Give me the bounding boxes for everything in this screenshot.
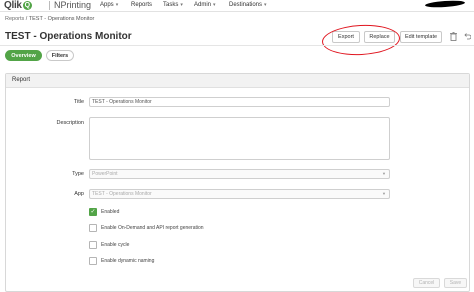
replace-button[interactable]: Replace bbox=[364, 31, 395, 43]
checkbox-unchecked-icon[interactable] bbox=[89, 257, 97, 265]
chevron-down-icon: ▼ bbox=[382, 191, 386, 196]
tab-filters[interactable]: Filters bbox=[46, 50, 74, 61]
type-select-value: PowerPoint bbox=[92, 171, 118, 177]
export-button[interactable]: Export bbox=[332, 31, 360, 43]
cancel-button[interactable]: Cancel bbox=[413, 278, 440, 288]
save-button[interactable]: Save bbox=[444, 278, 467, 288]
app-select[interactable]: TEST - Operations Monitor ▼ bbox=[89, 189, 390, 199]
app-select-value: TEST - Operations Monitor bbox=[92, 191, 152, 197]
nav-admin-label: Admin bbox=[194, 2, 212, 8]
option-dynamic-naming-label: Enable dynamic naming bbox=[101, 258, 155, 264]
breadcrumb-current: TEST - Operations Monitor bbox=[28, 16, 95, 22]
panel-header: Report bbox=[6, 74, 469, 88]
edit-template-button[interactable]: Edit template bbox=[400, 31, 442, 43]
tab-overview[interactable]: Overview bbox=[5, 50, 42, 61]
checkbox-unchecked-icon[interactable] bbox=[89, 241, 97, 249]
option-enabled-label: Enabled bbox=[101, 209, 120, 215]
description-textarea[interactable] bbox=[89, 117, 390, 160]
top-navbar: Qlik Q NPrinting Apps ▾ Reports Tasks ▾ Adm… bbox=[0, 0, 474, 12]
chevron-down-icon: ▼ bbox=[382, 171, 386, 176]
product-name: NPrinting bbox=[54, 0, 92, 10]
panel-title: Report bbox=[12, 77, 31, 83]
trash-icon[interactable] bbox=[450, 32, 457, 44]
nav-tasks[interactable]: Tasks ▾ bbox=[163, 0, 183, 10]
nav-apps[interactable]: Apps ▾ bbox=[100, 0, 118, 10]
undo-icon[interactable] bbox=[463, 32, 472, 43]
page-title: TEST - Operations Monitor bbox=[5, 31, 132, 42]
breadcrumb-reports-link[interactable]: Reports bbox=[5, 16, 24, 22]
app-label: App bbox=[74, 191, 84, 197]
checkbox-unchecked-icon[interactable] bbox=[89, 224, 97, 232]
type-label: Type bbox=[72, 171, 84, 177]
nav-reports-label: Reports bbox=[131, 2, 153, 8]
brand-q-icon: Q bbox=[22, 1, 32, 10]
nav-destinations-label: Destinations bbox=[229, 2, 263, 8]
breadcrumb: Reports / TEST - Operations Monitor bbox=[5, 16, 94, 22]
nav-admin[interactable]: Admin ▾ bbox=[194, 0, 216, 10]
user-menu-redacted[interactable] bbox=[424, 0, 466, 9]
option-cycle-label: Enable cycle bbox=[101, 242, 130, 248]
nav-tasks-label: Tasks bbox=[163, 2, 179, 8]
description-label: Description bbox=[56, 120, 84, 126]
nav-apps-label: Apps bbox=[100, 2, 114, 8]
nav-reports[interactable]: Reports bbox=[131, 0, 152, 10]
chevron-down-icon: ▾ bbox=[264, 2, 267, 8]
type-select[interactable]: PowerPoint ▼ bbox=[89, 169, 390, 179]
title-input[interactable]: TEST - Operations Monitor bbox=[89, 97, 390, 107]
brand-text: Qlik bbox=[4, 0, 22, 11]
nav-destinations[interactable]: Destinations ▾ bbox=[229, 0, 267, 10]
header-divider bbox=[0, 45, 474, 46]
chevron-down-icon: ▾ bbox=[115, 2, 119, 8]
title-label: Title bbox=[73, 99, 84, 105]
chevron-down-icon: ▾ bbox=[180, 2, 183, 8]
qlik-logo[interactable]: Qlik Q bbox=[4, 0, 32, 11]
chevron-down-icon: ▾ bbox=[213, 2, 216, 8]
checkbox-checked-icon[interactable]: ✓ bbox=[89, 208, 97, 216]
option-on-demand-label: Enable On-Demand and API report generati… bbox=[101, 225, 204, 231]
nav-divider bbox=[49, 1, 50, 10]
